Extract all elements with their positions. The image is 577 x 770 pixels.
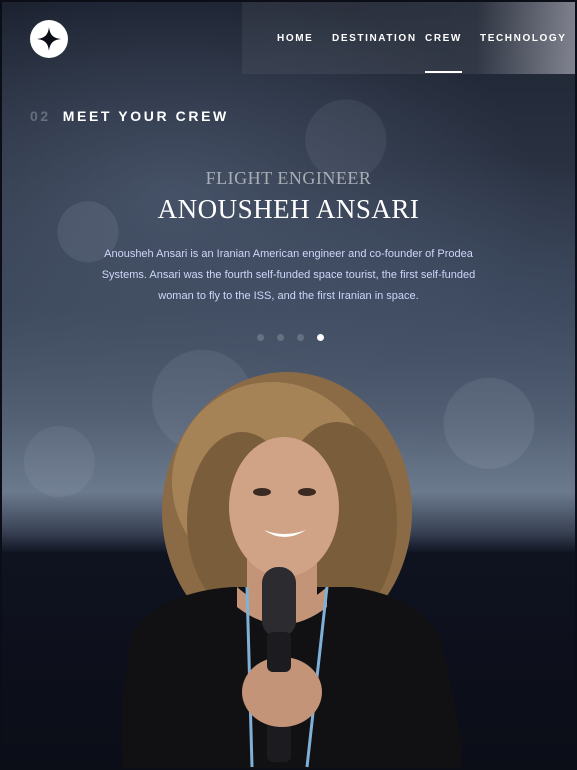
logo-icon[interactable] bbox=[30, 20, 68, 58]
pagination-dot[interactable] bbox=[257, 334, 264, 341]
main-navigation: HOME DESTINATION CREW TECHNOLOGY bbox=[242, 2, 575, 74]
section-title: MEET YOUR CREW bbox=[62, 108, 229, 124]
bio-line: Systems. Ansari was the fourth self-fund… bbox=[101, 269, 476, 281]
pagination-dot[interactable] bbox=[277, 334, 284, 341]
nav-item-home[interactable]: HOME bbox=[277, 33, 313, 44]
bio-line: woman to fly to the ISS, and the first I… bbox=[158, 290, 419, 302]
section-number: 02 bbox=[30, 108, 51, 124]
nav-item-crew[interactable]: CREW bbox=[425, 33, 462, 73]
nav-item-technology[interactable]: TECHNOLOGY bbox=[480, 33, 567, 44]
crew-name: ANOUSHEH ANSARI bbox=[157, 194, 420, 224]
crew-bio: Anousheh Ansari is an Iranian American e… bbox=[82, 244, 495, 307]
bio-line: Anousheh Ansari is an Iranian American e… bbox=[104, 248, 473, 260]
pagination-dot[interactable] bbox=[297, 334, 304, 341]
section-heading: 02 MEET YOUR CREW bbox=[30, 108, 229, 124]
nav-item-destination[interactable]: DESTINATION bbox=[332, 33, 417, 44]
crew-role: FLIGHT ENGINEER bbox=[205, 168, 372, 188]
page-frame: HOME DESTINATION CREW TECHNOLOGY 02 MEET … bbox=[2, 2, 575, 768]
crew-portrait-image bbox=[122, 372, 462, 768]
pagination-dot[interactable] bbox=[317, 334, 324, 341]
